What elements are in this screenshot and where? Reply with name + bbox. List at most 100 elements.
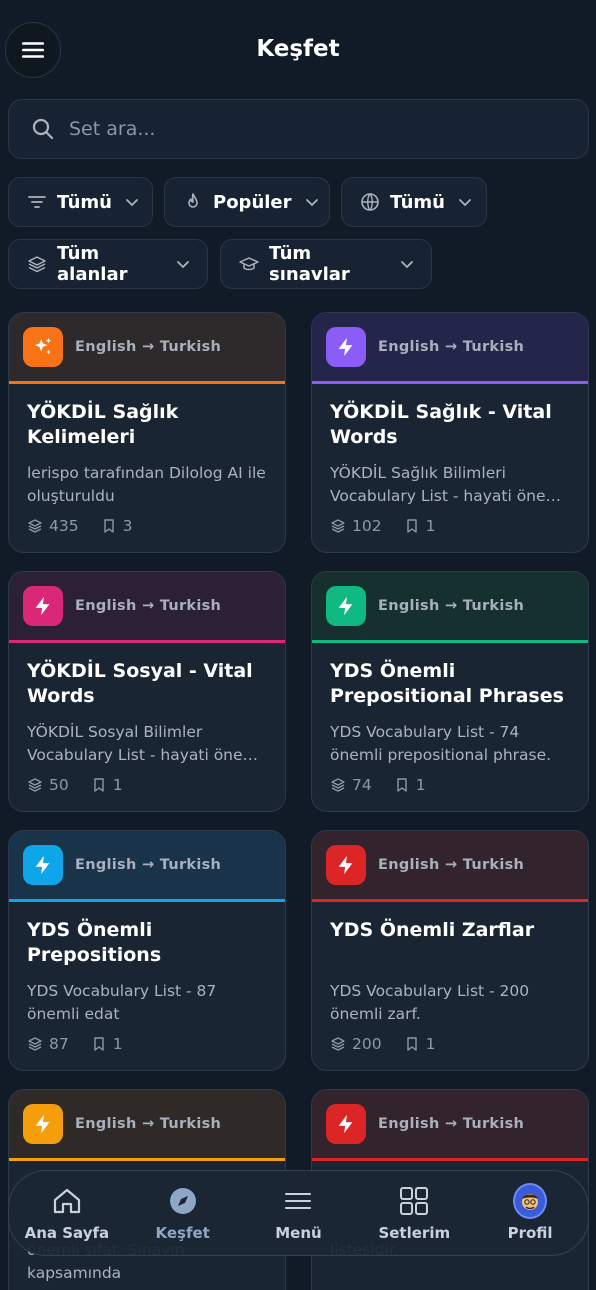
language-pair: English → Turkish [378,598,525,614]
bolt-icon [23,845,63,885]
tab-profile[interactable]: Profil [475,1183,585,1242]
tab-menu-label: Menü [275,1224,322,1242]
language-filter-dropdown[interactable]: Tümü [341,177,487,227]
sparkles-icon [23,327,63,367]
tab-menu[interactable]: Menü [243,1184,353,1242]
language-filter-label: Tümü [390,191,445,213]
card-description: YÖKDİL Sosyal Bilimler Vocabulary List -… [27,723,267,764]
bolt-icon [326,845,366,885]
card-description: YDS Vocabulary List - 87 önemli edat [27,982,217,1023]
grid-icon [397,1184,431,1218]
globe-icon [360,192,380,212]
tab-profile-label: Profil [507,1224,553,1242]
card-header: English → Turkish [312,1090,588,1161]
search-icon [32,118,54,140]
card-title: YÖKDİL Sosyal - Vital Words [27,660,253,707]
card-header: English → Turkish [312,313,588,384]
card-header: English → Turkish [9,313,285,384]
save-count: 1 [425,1035,436,1053]
set-card[interactable]: English → Turkish YDS Önemli Zarflar YDS V… [311,830,589,1071]
card-title: YÖKDİL Sağlık Kelimeleri [27,401,179,448]
set-card[interactable]: English → Turkish YÖKDİL Sosyal - Vital W… [8,571,286,812]
search-bar[interactable] [8,99,589,159]
card-title: YDS Önemli Zarflar [330,919,535,941]
card-title: YDS Önemli Prepositional Phrases [330,660,564,707]
language-pair: English → Turkish [378,857,525,873]
exam-filter-dropdown[interactable]: Tüm sınavlar [220,239,432,289]
tab-home[interactable]: Ana Sayfa [12,1184,122,1242]
field-filter-dropdown[interactable]: Tüm alanlar [8,239,208,289]
set-card[interactable]: English → Turkish YÖKDİL Sağlık - Vital W… [311,312,589,553]
word-count: 200 [352,1035,382,1053]
language-pair: English → Turkish [75,1116,222,1132]
word-count: 74 [352,776,372,794]
tab-my-sets-label: Setlerim [378,1224,451,1242]
set-card[interactable]: English → Turkish YÖKDİL Sağlık Kelimeler… [8,312,286,553]
compass-icon [166,1184,200,1218]
header: Keşfet [0,0,596,100]
language-pair: English → Turkish [378,339,525,355]
set-card[interactable]: English → Turkish YDS Önemli Prepositiona… [311,571,589,812]
save-count: 3 [122,517,133,535]
flame-icon [183,192,203,212]
card-header: English → Turkish [9,572,285,643]
save-count: 1 [112,1035,123,1053]
tab-home-label: Ana Sayfa [24,1224,110,1242]
bookmark-icon [94,1037,104,1051]
type-filter-label: Tümü [57,191,112,213]
bookmark-icon [406,1037,417,1051]
word-count: 50 [49,776,69,794]
card-title: YDS Önemli Prepositions [27,919,162,966]
chevron-down-icon [124,194,140,210]
tab-explore[interactable]: Keşfet [128,1184,238,1242]
page-title: Keşfet [256,36,340,62]
card-description: YDS Vocabulary List - 74 önemli preposit… [330,723,552,764]
bookmark-icon [406,519,417,533]
save-count: 1 [415,776,426,794]
card-description: YÖKDİL Sağlık Bilimleri Vocabulary List … [330,464,570,505]
language-pair: English → Turkish [75,598,222,614]
language-pair: English → Turkish [75,857,222,873]
type-filter-dropdown[interactable]: Tümü [8,177,153,227]
language-pair: English → Turkish [378,1116,525,1132]
bolt-icon [23,586,63,626]
chevron-down-icon [304,194,320,210]
bottom-tab-bar: Ana Sayfa Keşfet Menü Setlerim Profil [8,1170,589,1256]
layers-icon [28,1037,42,1051]
layers-icon [331,778,345,792]
save-count: 1 [425,517,436,535]
sort-filter-dropdown[interactable]: Popüler [164,177,330,227]
card-header: English → Turkish [312,831,588,902]
language-pair: English → Turkish [75,339,222,355]
bookmark-icon [103,519,114,533]
chevron-down-icon [399,256,415,272]
menu-lines-icon [281,1184,315,1218]
card-header: English → Turkish [312,572,588,643]
field-filter-label: Tüm alanlar [57,243,128,285]
card-description: lerispo tarafından Dilolog AI ile oluştu… [27,464,266,505]
layers-icon [27,254,47,274]
tab-explore-label: Keşfet [155,1224,210,1242]
chevron-down-icon [175,256,191,272]
save-count: 1 [112,776,123,794]
bolt-icon [326,586,366,626]
word-count: 435 [49,517,79,535]
word-count: 87 [49,1035,69,1053]
tab-my-sets[interactable]: Setlerim [359,1184,469,1242]
card-description: YDS Vocabulary List - 200 önemli zarf. [330,982,530,1023]
exam-filter-label: Tüm sınavlar [269,243,350,285]
layers-icon [28,778,42,792]
bookmark-icon [397,778,407,792]
word-count: 102 [352,517,382,535]
filter-icon [27,192,47,212]
avatar [513,1183,548,1219]
set-card[interactable]: English → Turkish YDS Önemli Prepositions… [8,830,286,1071]
layers-icon [28,519,42,533]
chevron-down-icon [457,194,473,210]
card-header: English → Turkish [9,1090,285,1161]
search-input[interactable] [69,118,549,140]
graduation-cap-icon [239,254,259,274]
layers-icon [331,519,345,533]
bolt-icon [326,1104,366,1144]
bolt-icon [326,327,366,367]
